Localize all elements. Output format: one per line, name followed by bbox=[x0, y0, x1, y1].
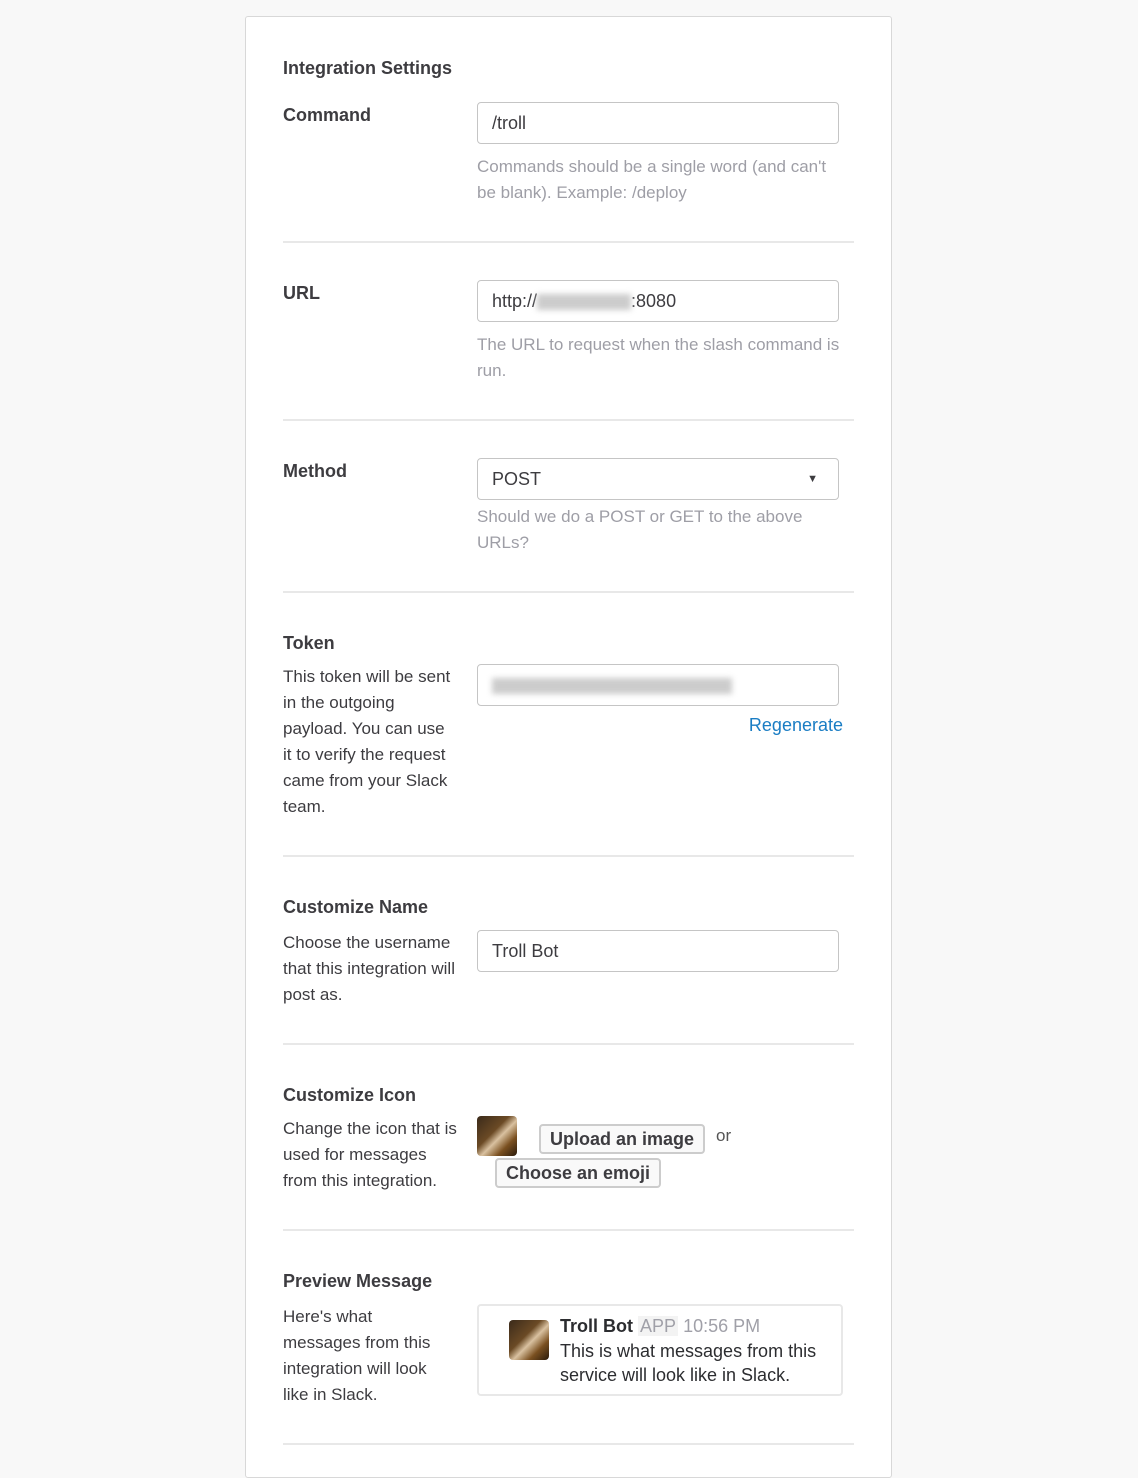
or-text: or bbox=[716, 1126, 732, 1145]
divider bbox=[283, 419, 854, 421]
url-label: URL bbox=[283, 283, 320, 303]
method-label: Method bbox=[283, 461, 347, 481]
preview-text: This is what messages from this service … bbox=[560, 1341, 817, 1385]
integration-settings-card: Integration Settings Command /troll Comm… bbox=[245, 16, 892, 1478]
divider bbox=[283, 1443, 854, 1445]
redacted-token bbox=[492, 678, 732, 695]
command-input[interactable]: /troll bbox=[477, 102, 839, 144]
icon-description: Change the icon that is used for message… bbox=[283, 1119, 457, 1190]
method-value: POST bbox=[492, 469, 542, 489]
preview-description: Here's what messages from this integrati… bbox=[283, 1307, 431, 1404]
caret-down-icon: ▼ bbox=[807, 473, 818, 485]
choose-emoji-button[interactable]: Choose an emoji bbox=[495, 1158, 662, 1188]
preview-message: Troll Bot APP 10:56 PM This is what mess… bbox=[477, 1304, 843, 1396]
preview-avatar bbox=[509, 1320, 549, 1360]
divider bbox=[283, 855, 854, 857]
url-prefix: http:// bbox=[492, 291, 538, 311]
url-help: The URL to request when the slash comman… bbox=[477, 335, 840, 380]
command-label: Command bbox=[283, 105, 372, 125]
preview-time: 10:56 PM bbox=[683, 1316, 761, 1336]
preview-label: Preview Message bbox=[283, 1271, 433, 1291]
divider bbox=[283, 1229, 854, 1231]
method-select[interactable]: POST ▼ bbox=[477, 458, 839, 500]
token-description: This token will be sent in the outgoing … bbox=[283, 667, 451, 816]
upload-image-button[interactable]: Upload an image bbox=[539, 1124, 706, 1154]
regenerate-link[interactable]: Regenerate bbox=[749, 715, 843, 736]
redacted-host bbox=[537, 294, 632, 311]
url-suffix: :8080 bbox=[631, 291, 677, 311]
name-input[interactable]: Troll Bot bbox=[477, 930, 839, 972]
url-input[interactable]: http:// :8080 bbox=[477, 280, 839, 322]
section-title: Integration Settings bbox=[283, 58, 453, 78]
divider bbox=[283, 1043, 854, 1045]
icon-label: Customize Icon bbox=[283, 1085, 417, 1105]
name-description: Choose the username that this integratio… bbox=[283, 933, 455, 1004]
divider bbox=[283, 591, 854, 593]
bot-avatar bbox=[477, 1116, 517, 1156]
preview-bot-name: Troll Bot bbox=[560, 1316, 633, 1336]
name-label: Customize Name bbox=[283, 897, 429, 917]
method-help: Should we do a POST or GET to the above … bbox=[477, 507, 803, 552]
app-badge: APP bbox=[638, 1316, 679, 1336]
command-help: Commands should be a single word (and ca… bbox=[477, 157, 827, 202]
token-label: Token bbox=[283, 633, 335, 653]
token-input[interactable] bbox=[477, 664, 839, 706]
divider bbox=[283, 241, 854, 243]
